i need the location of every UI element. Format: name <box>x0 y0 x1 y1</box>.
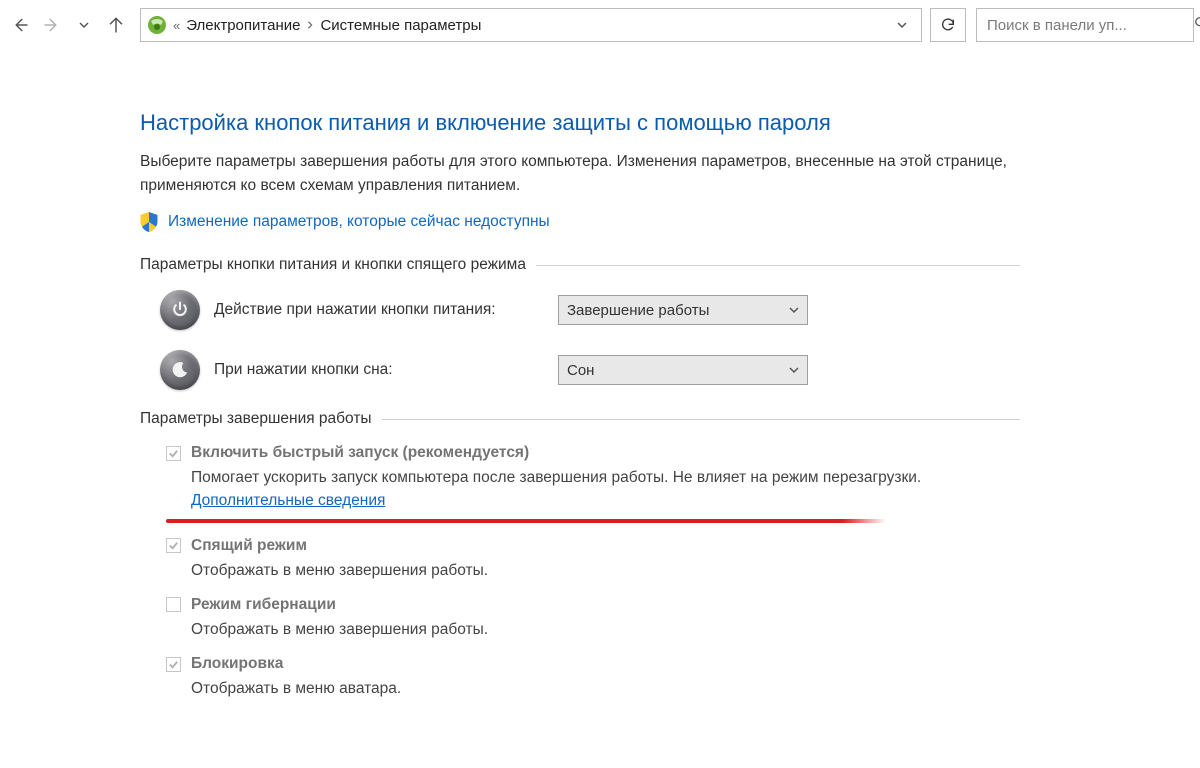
uac-change-settings-link[interactable]: Изменение параметров, которые сейчас нед… <box>168 213 550 231</box>
chevron-down-icon <box>789 362 799 379</box>
shield-icon <box>140 212 158 232</box>
section-divider <box>382 419 1020 420</box>
up-arrow-icon[interactable] <box>102 11 130 39</box>
sleep-button-action-value: Сон <box>567 362 594 379</box>
power-button-label: Действие при нажатии кнопки питания: <box>214 301 544 319</box>
breadcrumb-overflow-icon[interactable]: « <box>173 18 180 33</box>
forward-arrow-icon[interactable] <box>38 11 66 39</box>
lock-checkbox[interactable] <box>166 657 181 672</box>
lock-item: Блокировка Отображать в меню аватара. <box>166 655 1020 700</box>
recent-dropdown-icon[interactable] <box>70 11 98 39</box>
power-button-action-dropdown[interactable]: Завершение работы <box>558 295 808 325</box>
fast-startup-desc: Помогает ускорить запуск компьютера посл… <box>191 466 1020 513</box>
search-box[interactable] <box>976 8 1194 42</box>
power-button-row: Действие при нажатии кнопки питания: Зав… <box>140 290 1020 330</box>
intro-text: Выберите параметры завершения работы для… <box>140 150 1010 198</box>
section-divider <box>536 265 1020 266</box>
content-area: Настройка кнопок питания и включение защ… <box>0 50 1100 700</box>
search-input[interactable] <box>985 16 1188 35</box>
address-bar[interactable]: « Электропитание Системные параметры <box>140 8 922 42</box>
power-button-action-value: Завершение работы <box>567 302 709 319</box>
search-icon[interactable] <box>1194 16 1200 34</box>
refresh-button[interactable] <box>930 8 966 42</box>
uac-change-settings-row[interactable]: Изменение параметров, которые сейчас нед… <box>140 212 1020 232</box>
lock-desc: Отображать в меню аватара. <box>191 677 1020 700</box>
breadcrumb-system-settings[interactable]: Системные параметры <box>320 17 481 34</box>
section-header-buttons: Параметры кнопки питания и кнопки спящег… <box>140 256 1020 274</box>
fast-startup-checkbox[interactable] <box>166 446 181 461</box>
power-icon <box>160 290 200 330</box>
hibernate-desc: Отображать в меню завершения работы. <box>191 618 1020 641</box>
hibernate-item: Режим гибернации Отображать в меню завер… <box>166 596 1020 641</box>
breadcrumb-power[interactable]: Электропитание <box>186 17 300 34</box>
back-arrow-icon[interactable] <box>6 11 34 39</box>
shutdown-options-list: Включить быстрый запуск (рекомендуется) … <box>140 444 1020 700</box>
page-title: Настройка кнопок питания и включение защ… <box>140 110 1020 136</box>
fast-startup-more-info-link[interactable]: Дополнительные сведения <box>191 492 385 509</box>
chevron-down-icon <box>789 302 799 319</box>
fast-startup-item: Включить быстрый запуск (рекомендуется) … <box>166 444 1020 523</box>
sleep-mode-label: Спящий режим <box>191 537 307 555</box>
section-header-shutdown: Параметры завершения работы <box>140 410 1020 428</box>
lock-label: Блокировка <box>191 655 283 673</box>
sleep-button-row: При нажатии кнопки сна: Сон <box>140 350 1020 390</box>
hibernate-checkbox[interactable] <box>166 597 181 612</box>
address-history-dropdown-icon[interactable] <box>887 9 915 41</box>
section-title-shutdown: Параметры завершения работы <box>140 410 372 428</box>
explorer-navbar: « Электропитание Системные параметры <box>0 0 1200 50</box>
control-panel-icon <box>147 15 167 35</box>
annotation-underline <box>166 519 886 523</box>
chevron-right-icon[interactable] <box>306 21 314 29</box>
sleep-icon <box>160 350 200 390</box>
sleep-button-action-dropdown[interactable]: Сон <box>558 355 808 385</box>
sleep-button-label: При нажатии кнопки сна: <box>214 361 544 379</box>
sleep-mode-checkbox[interactable] <box>166 538 181 553</box>
fast-startup-label: Включить быстрый запуск (рекомендуется) <box>191 444 529 462</box>
sleep-mode-desc: Отображать в меню завершения работы. <box>191 559 1020 582</box>
sleep-mode-item: Спящий режим Отображать в меню завершени… <box>166 537 1020 582</box>
section-title-buttons: Параметры кнопки питания и кнопки спящег… <box>140 256 526 274</box>
hibernate-label: Режим гибернации <box>191 596 336 614</box>
